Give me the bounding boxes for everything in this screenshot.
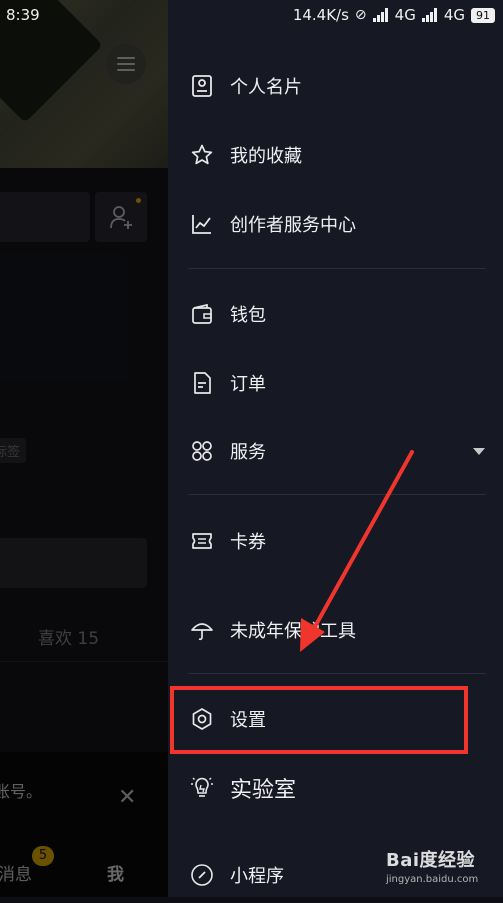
watermark-subtitle: jingyan.baidu.com — [386, 874, 479, 885]
scroll-up-icon[interactable] — [462, 858, 472, 864]
pointer-arrow-icon — [300, 450, 414, 652]
baidu-jingyan-watermark: Bai度经验 jingyan.baidu.com — [386, 846, 478, 885]
